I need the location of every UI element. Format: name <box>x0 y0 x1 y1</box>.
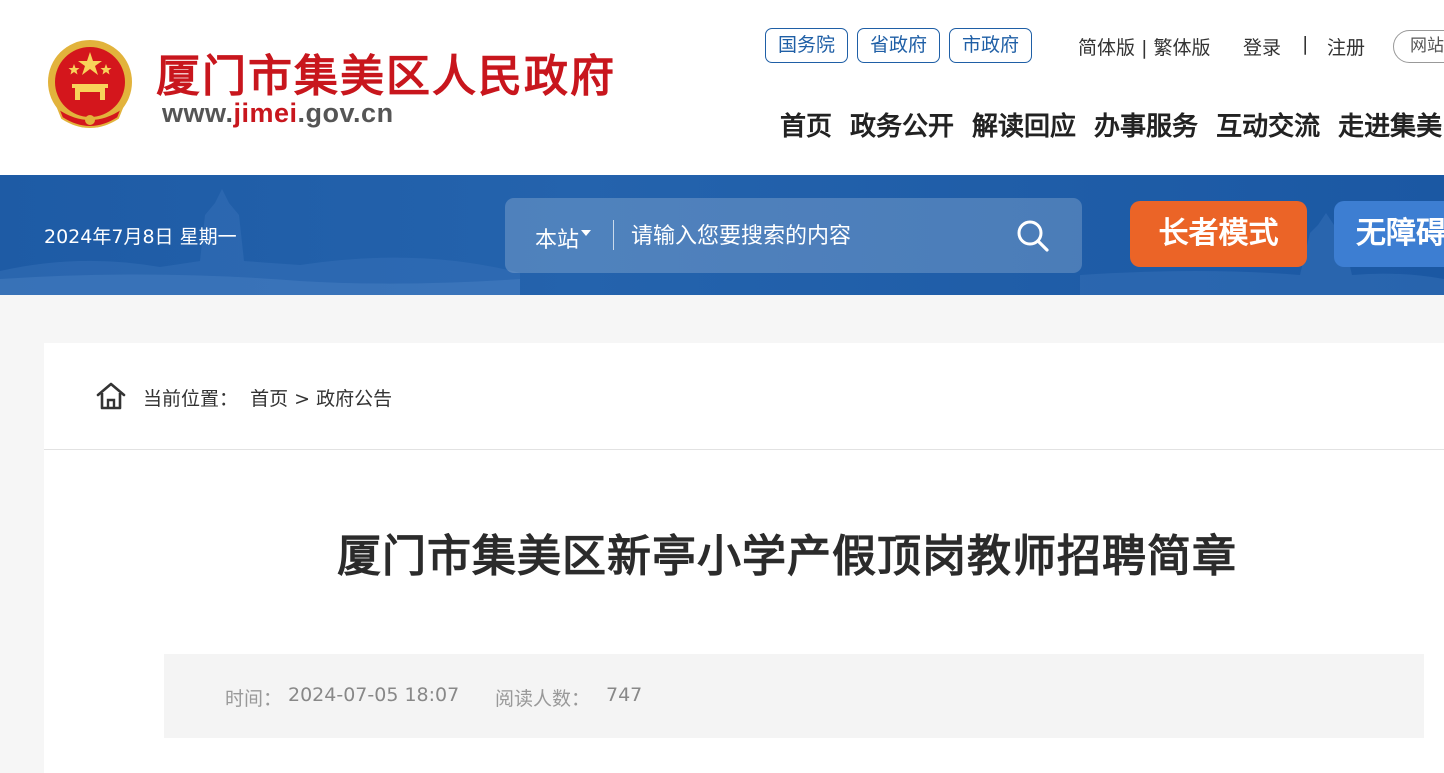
publish-time: 2024-07-05 18:07 <box>288 684 460 706</box>
nav-gov-affairs[interactable]: 政务公开 <box>850 106 954 143</box>
main-nav: 首页 政务公开 解读回应 办事服务 互动交流 走进集美 <box>780 106 1442 143</box>
nav-home[interactable]: 首页 <box>780 106 832 143</box>
search-band: 2024年7月8日 星期一 本站 长者模式 无障碍 <box>0 175 1444 295</box>
article-title: 厦门市集美区新亭小学产假顶岗教师招聘简章 <box>337 531 1237 582</box>
breadcrumb-separator: > <box>294 388 311 410</box>
gov-links: 国务院 省政府 市政府 <box>765 28 1033 63</box>
read-count: 747 <box>606 684 643 706</box>
site-name[interactable]: 厦门市集美区人民政府 <box>156 40 616 104</box>
nav-services[interactable]: 办事服务 <box>1094 106 1198 143</box>
publish-time-label: 时间： <box>225 688 283 710</box>
elder-mode-button[interactable]: 长者模式 <box>1130 201 1307 267</box>
chevron-down-icon[interactable] <box>581 230 591 236</box>
national-emblem-icon[interactable] <box>44 38 136 134</box>
current-date: 2024年7月8日 星期一 <box>44 226 237 248</box>
gov-link-province[interactable]: 省政府 <box>857 28 941 63</box>
site-url[interactable]: www.jimei.gov.cn <box>162 98 394 129</box>
register-link[interactable]: 注册 <box>1327 33 1365 60</box>
breadcrumb-label: 当前位置： <box>143 388 239 410</box>
lang-traditional[interactable]: 繁体版 <box>1154 37 1211 59</box>
site-map-button[interactable]: 网站 <box>1393 30 1444 63</box>
search-icon[interactable] <box>1015 218 1051 254</box>
site-url-suffix: .gov.cn <box>297 98 394 128</box>
nav-interpretation[interactable]: 解读回应 <box>972 106 1076 143</box>
language-switch: 简体版 | 繁体版 <box>1078 33 1211 60</box>
gov-link-city[interactable]: 市政府 <box>949 28 1033 63</box>
breadcrumb-trail: 当前位置： 首页 > 政府公告 <box>143 384 392 411</box>
lang-simplified[interactable]: 简体版 <box>1078 37 1135 59</box>
read-count-label: 阅读人数： <box>495 688 591 710</box>
breadcrumb-gov-notices[interactable]: 政府公告 <box>316 388 392 410</box>
search-scope-select[interactable]: 本站 <box>535 222 579 254</box>
gov-link-state-council[interactable]: 国务院 <box>765 28 849 63</box>
search-box: 本站 <box>505 198 1082 273</box>
lang-separator: | <box>1141 37 1148 59</box>
site-url-prefix: www. <box>162 98 234 128</box>
nav-interaction[interactable]: 互动交流 <box>1216 106 1320 143</box>
article-meta: 时间： 2024-07-05 18:07 阅读人数： 747 <box>164 654 1424 738</box>
site-url-accent: jimei <box>233 98 298 128</box>
breadcrumb-home[interactable]: 首页 <box>250 388 288 410</box>
breadcrumb: 当前位置： 首页 > 政府公告 <box>44 343 1444 450</box>
site-header: 厦门市集美区人民政府 www.jimei.gov.cn 国务院 省政府 市政府 … <box>0 0 1444 175</box>
login-link[interactable]: 登录 <box>1243 33 1281 60</box>
search-divider <box>613 220 614 250</box>
auth-separator: | <box>1302 33 1309 55</box>
nav-about-jimei[interactable]: 走进集美 <box>1338 106 1442 143</box>
home-icon[interactable] <box>95 381 127 411</box>
accessible-mode-button[interactable]: 无障碍 <box>1334 201 1444 267</box>
search-input[interactable] <box>631 216 991 256</box>
article-panel: 当前位置： 首页 > 政府公告 厦门市集美区新亭小学产假顶岗教师招聘简章 时间：… <box>44 343 1444 773</box>
